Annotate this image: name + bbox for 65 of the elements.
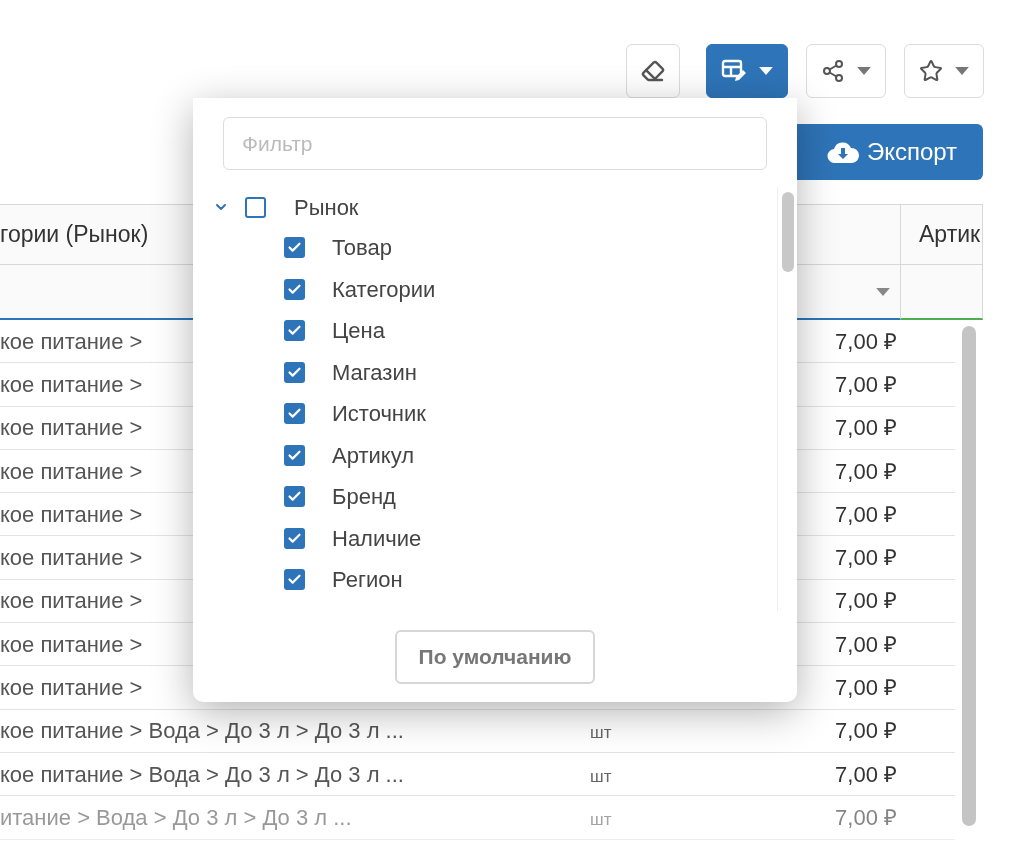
price-cell-text: 7,00 ₽ [834,500,897,529]
price-cell-text: 7,00 ₽ [834,760,897,789]
price-cell-text: 7,00 ₽ [834,414,897,443]
filter-cell[interactable] [900,265,983,320]
category-cell: итание > Вода > До 3 л > До 3 л ... [0,804,352,830]
category-cell: кое питание > [0,501,143,527]
price-cell-text: 7,00 ₽ [834,544,897,573]
tree-item-label[interactable]: Источник [332,397,426,431]
checkbox[interactable] [284,444,305,466]
category-cell: кое питание > [0,371,143,397]
eraser-icon [641,59,665,83]
checkbox[interactable] [284,403,305,425]
price-cell-text: 7,00 ₽ [834,587,897,616]
checkbox[interactable] [284,320,305,342]
category-cell: кое питание > [0,588,143,614]
price-cell-text: 7,00 ₽ [834,803,897,832]
cloud-download-icon [826,141,859,163]
caret-icon [857,67,871,75]
tree-item-label[interactable]: Артикул [332,438,415,472]
checkbox[interactable] [284,569,305,591]
checkbox[interactable] [245,196,266,218]
scrollbar[interactable] [962,326,976,826]
price-cell-text: 7,00 ₽ [834,327,897,356]
unit-cell: шт [590,809,612,829]
category-cell: кое питание > [0,458,143,484]
scrollbar[interactable] [781,192,794,272]
category-cell: кое питание > [0,675,143,700]
category-cell: кое питание > [0,631,143,657]
checkbox[interactable] [284,527,305,549]
price-cell-text: 7,00 ₽ [834,630,897,659]
caret-icon [876,287,890,296]
star-icon [919,59,943,83]
tree-item-label[interactable]: Регион [332,563,403,597]
eraser-button[interactable] [626,44,680,98]
category-cell: кое питание > [0,415,143,441]
category-cell: кое питание > [0,328,143,354]
caret-icon [759,67,773,75]
unit-cell: шт [590,766,612,786]
star-button[interactable] [904,44,984,98]
tree-item-label[interactable]: Бренд [332,480,396,514]
columns-button[interactable] [706,44,788,98]
tree-item-label[interactable]: Наличие [332,521,422,555]
tree-item-label[interactable]: Цена [332,314,385,348]
checkbox[interactable] [284,237,305,259]
price-cell-text: 7,00 ₽ [834,674,897,702]
category-cell: кое питание > Вода > До 3 л > До 3 л ... [0,718,404,744]
share-button[interactable] [806,44,886,98]
filter-field[interactable]: Фильтр [223,117,767,170]
caret-icon [955,67,969,75]
tree-item-label[interactable]: Категории [332,272,436,306]
price-cell-text: 7,00 ₽ [834,717,897,746]
checkbox[interactable] [284,486,305,508]
checkbox[interactable] [284,361,305,383]
table-edit-icon [721,58,747,84]
checkbox[interactable] [284,278,305,300]
share-icon [821,59,845,83]
tree-item-label[interactable]: Магазин [332,355,417,389]
tree-item-label[interactable]: Рынок [294,190,359,224]
category-cell: кое питание > [0,545,143,571]
price-cell-text: 7,00 ₽ [834,457,897,486]
unit-cell: шт [590,723,612,743]
price-cell-text: 7,00 ₽ [834,370,897,399]
category-cell: кое питание > Вода > До 3 л > До 3 л ... [0,761,404,787]
default-button[interactable]: По умолчанию [394,630,596,684]
tree-item-label[interactable]: Товар [332,231,392,265]
